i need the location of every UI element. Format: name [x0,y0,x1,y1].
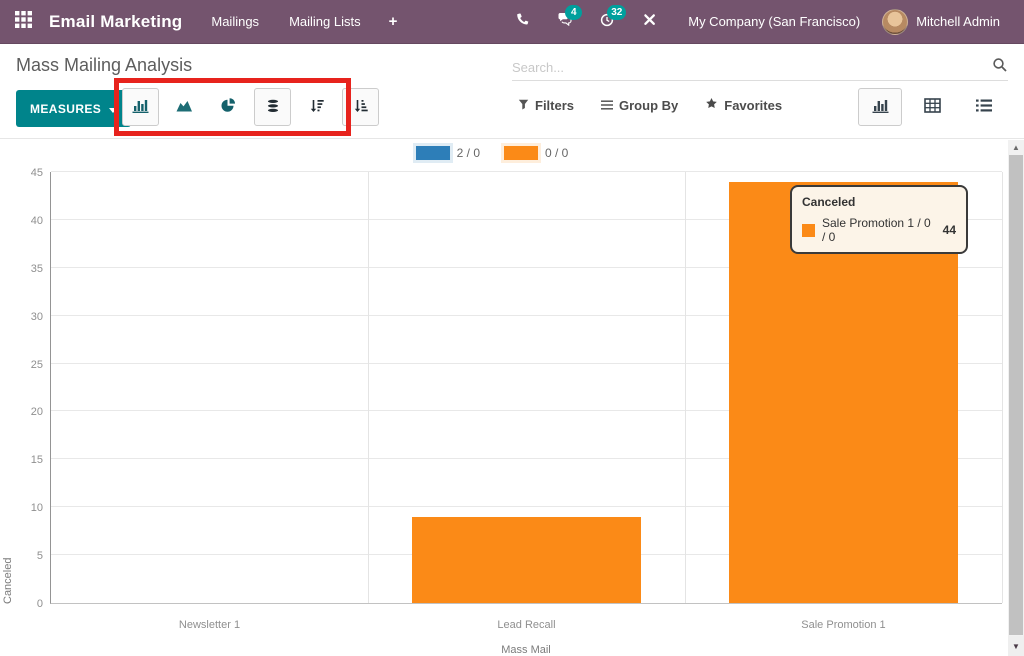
bar-chart-button[interactable] [122,88,159,126]
y-tick-label: 0 [11,598,43,610]
tools-icon [642,12,657,32]
activities-badge: 32 [607,5,626,20]
chart-tooltip: Canceled Sale Promotion 1 / 0 / 0 44 [790,185,968,254]
activities-button[interactable]: 32 [586,0,628,44]
user-name: Mitchell Admin [908,14,1010,29]
legend-item[interactable]: 2 / 0 [416,146,480,160]
avatar [882,9,908,35]
y-tick-label: 5 [11,550,43,562]
messages-button[interactable]: 4 [544,0,586,44]
line-chart-button[interactable] [166,88,203,126]
group-by-icon [601,98,613,113]
bar-chart-icon [131,97,150,117]
navbar-right: 4 32 My Company (San Francisco) [502,0,1014,44]
x-category-label: Lead Recall [368,619,685,631]
stacked-icon [265,98,281,117]
y-tick-label: 15 [11,454,43,466]
page-title: Mass Mailing Analysis [16,55,192,76]
company-switcher[interactable]: My Company (San Francisco) [670,0,878,44]
category-separator [368,172,369,603]
vertical-scrollbar[interactable]: ▲ ▼ [1008,140,1024,656]
y-tick-label: 20 [11,406,43,418]
legend-label: 0 / 0 [545,146,568,160]
group-by-label: Group By [619,98,678,113]
favorites-label: Favorites [724,98,782,113]
bar-lead-recall[interactable] [412,517,640,603]
tooltip-series-label: Sale Promotion 1 / 0 / 0 [822,216,936,244]
y-tick-label: 35 [11,263,43,275]
favorites-button[interactable]: Favorites [705,97,782,113]
panel-separator [0,138,1024,139]
pivot-view-button[interactable] [910,88,954,126]
gridline [51,171,1002,172]
y-tick-label: 10 [11,502,43,514]
area-chart-icon [175,98,194,117]
category-separator [685,172,686,603]
filter-menu: Filters Group By Favorites [518,97,782,113]
navbar: Email Marketing Mailings Mailing Lists +… [0,0,1024,44]
x-axis-title: Mass Mail [50,644,1002,656]
user-menu[interactable]: Mitchell Admin [878,0,1014,44]
legend-item[interactable]: 0 / 0 [504,146,568,160]
tooltip-row: Sale Promotion 1 / 0 / 0 44 [802,216,956,244]
tools-button[interactable] [628,0,670,44]
apps-menu-button[interactable] [0,0,47,44]
scrollbar-up-icon[interactable]: ▲ [1008,140,1024,155]
star-icon [705,97,718,113]
y-tick-label: 25 [11,359,43,371]
menu-mailings[interactable]: Mailings [196,0,274,44]
y-tick-label: 45 [11,167,43,179]
list-view-icon [976,99,992,115]
graph-view-icon [871,97,890,117]
sort-ascending-button[interactable] [342,88,379,126]
scrollbar-thumb[interactable] [1009,155,1023,635]
search-input[interactable] [512,60,992,75]
graph-view-button[interactable] [858,88,902,126]
y-tick-label: 40 [11,215,43,227]
messages-badge: 4 [565,5,582,20]
phone-icon [515,11,531,32]
sort-descending-button[interactable] [298,88,335,126]
stacked-button[interactable] [254,88,291,126]
category-separator [1002,172,1003,603]
tooltip-value: 44 [943,223,956,237]
pivot-view-icon [924,98,941,116]
apps-grid-icon [15,11,32,33]
pie-chart-button[interactable] [210,88,247,126]
x-category-label: Sale Promotion 1 [685,619,1002,631]
chart-type-toolbar [122,88,379,126]
phone-button[interactable] [502,0,544,44]
filters-label: Filters [535,98,574,113]
sort-ascending-icon [353,98,369,117]
y-tick-label: 30 [11,311,43,323]
plus-icon[interactable]: + [376,0,411,44]
scrollbar-down-icon[interactable]: ▼ [1008,636,1024,656]
search-box [512,54,1008,81]
menu-mailing-lists[interactable]: Mailing Lists [274,0,376,44]
legend-swatch [416,146,450,160]
filter-funnel-icon [518,98,529,113]
legend-swatch [504,146,538,160]
measures-label: MEASURES [30,102,101,116]
app-name[interactable]: Email Marketing [47,12,196,32]
x-category-label: Newsletter 1 [51,619,368,631]
group-by-button[interactable]: Group By [601,98,678,113]
view-switcher [858,88,1006,126]
measures-button[interactable]: MEASURES [16,90,131,127]
search-icon[interactable] [992,57,1008,78]
tooltip-swatch [802,224,815,237]
sort-descending-icon [309,98,325,117]
legend-label: 2 / 0 [457,146,480,160]
filters-button[interactable]: Filters [518,98,574,113]
list-view-button[interactable] [962,88,1006,126]
chart-legend: 2 / 0 0 / 0 [0,146,984,160]
tooltip-header: Canceled [802,195,956,209]
y-axis-title: Canceled [2,172,14,604]
caret-down-icon [109,102,117,116]
mass-mailing-chart: 2 / 0 0 / 0 Canceled 0 5 10 15 20 25 30 35 40 45 Ne… [0,140,1024,656]
pie-chart-icon [220,97,237,117]
